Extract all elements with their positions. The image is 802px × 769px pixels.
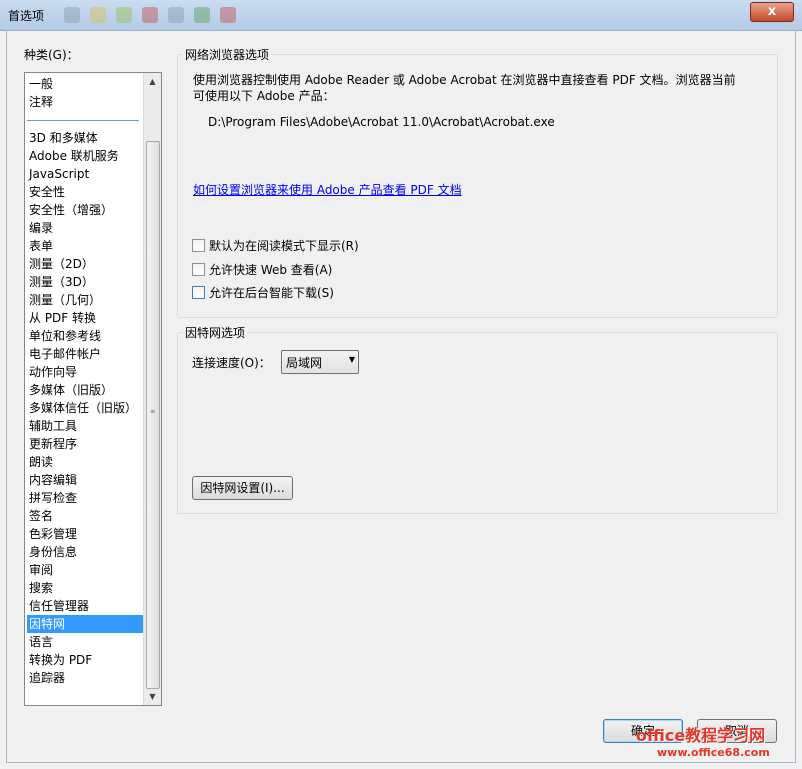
- background-download-label: 允许在后台智能下载(S): [209, 286, 334, 300]
- sidebar-item[interactable]: 安全性: [27, 183, 145, 201]
- sidebar-item[interactable]: 注释: [27, 93, 145, 111]
- sidebar-item[interactable]: 转换为 PDF: [27, 651, 145, 669]
- internet-options-title: 因特网选项: [183, 324, 248, 341]
- fast-web-view-checkbox[interactable]: [192, 263, 205, 276]
- watermark-url: www.office68.com: [657, 746, 770, 759]
- sidebar-item[interactable]: 测量（3D）: [27, 273, 145, 291]
- sidebar-item[interactable]: 更新程序: [27, 435, 145, 453]
- sidebar-item[interactable]: 安全性（增强）: [27, 201, 145, 219]
- sidebar-item[interactable]: 3D 和多媒体: [27, 129, 145, 147]
- sidebar-item[interactable]: 信任管理器: [27, 597, 145, 615]
- background-download-option[interactable]: 允许在后台智能下载(S): [192, 284, 334, 301]
- read-mode-label: 默认为在阅读模式下显示(R): [209, 239, 359, 253]
- list-divider: [27, 120, 139, 121]
- toolbar-icon: [142, 7, 158, 23]
- sidebar-item[interactable]: 审阅: [27, 561, 145, 579]
- title-bar: 首选项 x: [0, 0, 802, 31]
- sidebar-item[interactable]: 拼写检查: [27, 489, 145, 507]
- sidebar-item[interactable]: 因特网: [27, 615, 145, 633]
- grip-icon: ≡: [150, 408, 156, 415]
- sidebar-item[interactable]: 电子邮件帐户: [27, 345, 145, 363]
- browser-help-link[interactable]: 如何设置浏览器来使用 Adobe 产品查看 PDF 文档: [193, 181, 462, 198]
- toolbar-icon: [90, 7, 106, 23]
- connection-speed-label: 连接速度(O)：: [192, 356, 271, 370]
- description-line: 使用浏览器控制使用 Adobe Reader 或 Adobe Acrobat 在…: [193, 73, 736, 87]
- sidebar-item[interactable]: 测量（几何）: [27, 291, 145, 309]
- scroll-up-icon[interactable]: ▲: [144, 73, 161, 90]
- browser-options-title: 网络浏览器选项: [183, 46, 272, 63]
- watermark-text: office教程学习网: [636, 726, 766, 745]
- connection-speed-value: 局域网: [286, 356, 323, 370]
- sidebar-item[interactable]: 搜索: [27, 579, 145, 597]
- title-toolbar: [64, 7, 236, 23]
- sidebar-item[interactable]: 内容编辑: [27, 471, 145, 489]
- fast-web-view-option[interactable]: 允许快速 Web 查看(A): [192, 261, 332, 278]
- sidebar-item[interactable]: 辅助工具: [27, 417, 145, 435]
- category-list[interactable]: 一般 注释 3D 和多媒体 Adobe 联机服务 JavaScript 安全性 安全性（增强…: [24, 72, 162, 706]
- toolbar-icon: [168, 7, 184, 23]
- sidebar-item[interactable]: Adobe 联机服务: [27, 147, 145, 165]
- sidebar-item[interactable]: 动作向导: [27, 363, 145, 381]
- toolbar-icon: [116, 7, 132, 23]
- chevron-down-icon: ▼: [348, 355, 355, 364]
- toolbar-icon: [64, 7, 80, 23]
- scroll-down-icon[interactable]: ▼: [144, 688, 161, 705]
- sidebar-item[interactable]: 身份信息: [27, 543, 145, 561]
- sidebar-item[interactable]: 编录: [27, 219, 145, 237]
- scroll-thumb[interactable]: ≡: [146, 141, 160, 689]
- sidebar-item[interactable]: 签名: [27, 507, 145, 525]
- read-mode-option[interactable]: 默认为在阅读模式下显示(R): [192, 237, 359, 254]
- sidebar-item[interactable]: 多媒体信任（旧版）: [27, 399, 145, 417]
- sidebar-item[interactable]: 表单: [27, 237, 145, 255]
- toolbar-icon: [220, 7, 236, 23]
- connection-speed-select[interactable]: 局域网 ▼: [281, 350, 359, 374]
- sidebar-item[interactable]: 测量（2D）: [27, 255, 145, 273]
- sidebar-item[interactable]: 朗读: [27, 453, 145, 471]
- category-list-items: 一般 注释 3D 和多媒体 Adobe 联机服务 JavaScript 安全性 安全性（增强…: [27, 75, 145, 687]
- sidebar-item[interactable]: 从 PDF 转换: [27, 309, 145, 327]
- read-mode-checkbox[interactable]: [192, 239, 205, 252]
- sidebar-item[interactable]: 单位和参考线: [27, 327, 145, 345]
- background-download-checkbox[interactable]: [192, 286, 205, 299]
- sidebar-item[interactable]: 追踪器: [27, 669, 145, 687]
- fast-web-view-label: 允许快速 Web 查看(A): [209, 263, 333, 277]
- sidebar-item[interactable]: 色彩管理: [27, 525, 145, 543]
- close-button[interactable]: x: [750, 2, 794, 22]
- sidebar-item[interactable]: 语言: [27, 633, 145, 651]
- window-title: 首选项: [8, 9, 45, 23]
- description-line: 可使用以下 Adobe 产品：: [193, 89, 335, 103]
- internet-settings-button[interactable]: 因特网设置(I)...: [192, 476, 293, 500]
- sidebar-item[interactable]: 多媒体（旧版）: [27, 381, 145, 399]
- toolbar-icon: [194, 7, 210, 23]
- category-scrollbar[interactable]: ▲ ≡ ▼: [143, 73, 161, 705]
- acrobat-path: D:\Program Files\Adobe\Acrobat 11.0\Acro…: [208, 115, 555, 129]
- category-label: 种类(G)：: [24, 48, 79, 62]
- sidebar-item[interactable]: JavaScript: [27, 165, 145, 183]
- sidebar-item[interactable]: 一般: [27, 75, 145, 93]
- browser-description: 使用浏览器控制使用 Adobe Reader 或 Adobe Acrobat 在…: [193, 72, 753, 104]
